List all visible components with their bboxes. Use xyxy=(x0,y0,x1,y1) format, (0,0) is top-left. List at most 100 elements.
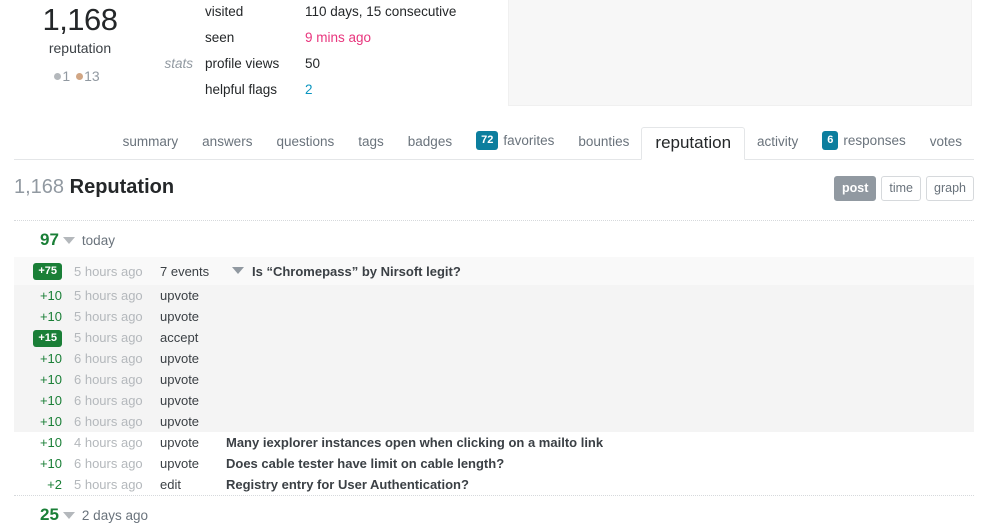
stats-key-blank-3 xyxy=(155,82,205,108)
reputation-block: 1,168 reputation 1 13 xyxy=(0,0,160,84)
collapse-group-icon[interactable] xyxy=(232,266,244,274)
tab-label-reputation: reputation xyxy=(655,133,732,152)
tab-votes[interactable]: votes xyxy=(918,125,974,160)
event-points-badge: +75 xyxy=(33,263,62,280)
view-switch-time[interactable]: time xyxy=(881,176,922,201)
event-post-title[interactable]: Registry entry for User Authentication? xyxy=(226,477,469,492)
view-switch-post[interactable]: post xyxy=(834,176,877,201)
event-points: +2 xyxy=(47,477,62,492)
tab-badges[interactable]: badges xyxy=(396,125,464,160)
stats-label: stats xyxy=(164,56,193,71)
event-points: +10 xyxy=(39,288,62,303)
reputation-event-row: +15 5 hours ago accept xyxy=(14,327,974,348)
tab-label-questions: questions xyxy=(276,134,335,149)
event-post-title[interactable]: Many iexplorer instances open when click… xyxy=(226,435,603,450)
reputation-event-row: +10 4 hours ago upvote Many iexplorer insta… xyxy=(14,432,974,453)
event-timestamp: 5 hours ago xyxy=(74,309,143,324)
event-timestamp: 6 hours ago xyxy=(74,456,143,471)
event-timestamp: 6 hours ago xyxy=(74,351,143,366)
stats-name-seen: seen xyxy=(205,30,235,45)
tab-answers[interactable]: answers xyxy=(190,125,264,160)
stats-key-blank xyxy=(155,4,205,30)
stats-value-seen: 9 mins ago xyxy=(305,30,372,45)
bronze-badge-count[interactable]: 13 xyxy=(84,68,100,84)
profile-tabs: summary answers questions tags badges 72 favor… xyxy=(111,123,974,160)
reputation-label: reputation xyxy=(48,40,112,56)
event-type: upvote xyxy=(160,435,200,450)
tab-tags[interactable]: tags xyxy=(346,125,396,160)
tab-reputation[interactable]: reputation xyxy=(641,127,746,160)
tab-favorites[interactable]: 72 favorites xyxy=(464,123,566,160)
reputation-event-row: +10 6 hours ago upvote xyxy=(14,348,974,369)
event-timestamp: 6 hours ago xyxy=(74,393,143,408)
reputation-list: 97 today +75 5 hours ago 7 events Is “Chromep… xyxy=(14,220,974,526)
stats-name-visited: visited xyxy=(205,4,244,19)
reputation-event-row: +10 5 hours ago upvote xyxy=(14,285,974,306)
badge-summary: 1 13 xyxy=(0,68,160,84)
event-timestamp: 6 hours ago xyxy=(74,414,143,429)
event-timestamp: 5 hours ago xyxy=(74,477,143,492)
tab-label-favorites: favorites xyxy=(503,133,555,148)
collapse-day-icon[interactable] xyxy=(62,511,75,519)
stats-row-profile-views: stats profile views 50 xyxy=(155,56,456,82)
tab-activity[interactable]: activity xyxy=(745,125,810,160)
reputation-event-row: +10 6 hours ago upvote xyxy=(14,411,974,432)
sidebar-ad-placeholder xyxy=(508,0,972,106)
tab-responses[interactable]: 6 responses xyxy=(810,123,917,160)
event-points: +10 xyxy=(39,351,62,366)
event-post-title[interactable]: Does cable tester have limit on cable le… xyxy=(226,456,504,471)
tab-label-tags: tags xyxy=(358,134,384,149)
event-timestamp: 4 hours ago xyxy=(74,435,143,450)
event-points: +10 xyxy=(39,393,62,408)
event-points: +10 xyxy=(39,372,62,387)
tab-bounties[interactable]: bounties xyxy=(566,125,641,160)
silver-badge-count[interactable]: 1 xyxy=(62,68,70,84)
tab-label-answers: answers xyxy=(202,134,253,149)
event-post-title[interactable]: Is “Chromepass” by Nirsoft legit? xyxy=(252,264,461,279)
event-type: upvote xyxy=(160,288,200,303)
stats-value-helpful-flags[interactable]: 2 xyxy=(305,82,456,108)
tab-count-favorites: 72 xyxy=(476,131,499,150)
stats-name-profile-views: profile views xyxy=(205,56,280,71)
event-points: +10 xyxy=(39,435,62,450)
day-label: 2 days ago xyxy=(81,508,148,523)
tab-summary[interactable]: summary xyxy=(111,125,191,160)
reputation-day-header: 25 2 days ago xyxy=(14,495,974,526)
event-type: upvote xyxy=(160,351,200,366)
reputation-group-header: +75 5 hours ago 7 events Is “Chromepass” by… xyxy=(14,257,974,285)
tab-label-badges: badges xyxy=(407,134,453,149)
event-type: upvote xyxy=(160,414,200,429)
stats-row-seen: seen 9 mins ago xyxy=(155,30,456,56)
reputation-event-group: +75 5 hours ago 7 events Is “Chromepass” by… xyxy=(14,257,974,432)
collapse-day-icon[interactable] xyxy=(62,236,75,244)
tab-label-votes: votes xyxy=(929,134,962,149)
reputation-day-header: 97 today xyxy=(14,220,974,257)
event-type: upvote xyxy=(160,309,200,324)
event-points: +15 xyxy=(18,329,74,347)
view-switch: post time graph xyxy=(829,176,974,201)
profile-stats-header: 1,168 reputation 1 13 visited 110 days, 1… xyxy=(0,0,988,118)
event-points-badge: +15 xyxy=(33,329,62,347)
event-type: accept xyxy=(160,330,199,345)
reputation-event-row: +10 6 hours ago upvote Does cable tester ha… xyxy=(14,453,974,474)
event-timestamp: 5 hours ago xyxy=(74,288,143,303)
event-type: 7 events xyxy=(160,263,210,279)
day-total-points: 97 xyxy=(40,230,59,249)
view-switch-graph[interactable]: graph xyxy=(926,176,974,201)
stats-row-helpful-flags: helpful flags 2 xyxy=(155,82,456,108)
day-total-points: 25 xyxy=(40,505,59,524)
event-type: upvote xyxy=(160,393,200,408)
event-timestamp: 5 hours ago xyxy=(74,263,143,279)
page-heading-row: 1,168 Reputation post time graph xyxy=(14,174,974,214)
tab-questions[interactable]: questions xyxy=(264,125,346,160)
tab-label-activity: activity xyxy=(757,134,799,149)
event-type: upvote xyxy=(160,456,200,471)
tab-count-responses: 6 xyxy=(822,131,839,150)
reputation-event-row: +10 5 hours ago upvote xyxy=(14,306,974,327)
tab-label-responses: responses xyxy=(843,133,906,148)
stats-value-profile-views: 50 xyxy=(305,56,321,71)
event-timestamp: 5 hours ago xyxy=(74,330,143,345)
event-points: +75 xyxy=(18,262,74,280)
event-points: +10 xyxy=(39,414,62,429)
stats-key-blank-2 xyxy=(155,30,205,56)
